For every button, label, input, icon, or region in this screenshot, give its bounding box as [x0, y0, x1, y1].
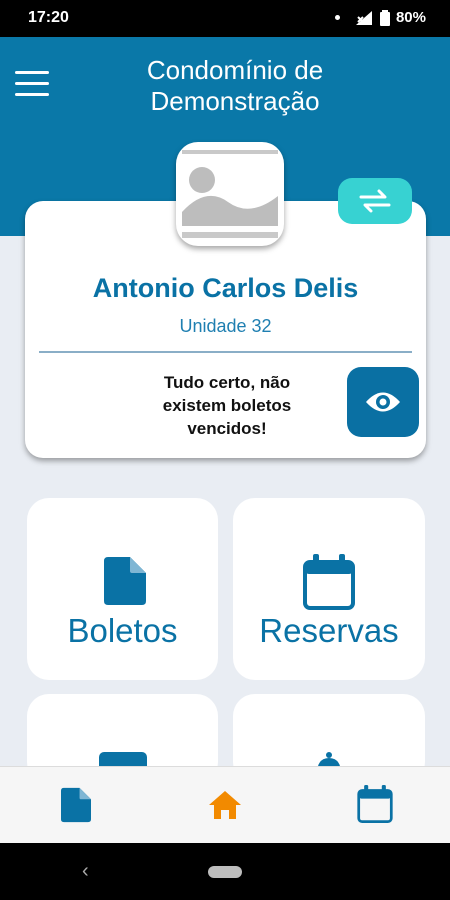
image-placeholder-icon — [182, 150, 278, 238]
user-name: Antonio Carlos Delis — [92, 273, 359, 303]
calendar-icon — [303, 554, 355, 610]
menu-icon-bar — [15, 93, 49, 96]
notification-dot-icon — [334, 15, 340, 20]
tile-reservas[interactable]: Reservas — [233, 498, 425, 680]
billing-status-line1: Tudo certo, não — [163, 373, 291, 392]
avatar[interactable] — [176, 142, 284, 246]
document-icon — [104, 557, 146, 605]
menu-icon-bar — [15, 82, 49, 85]
divider — [39, 351, 412, 353]
nav-boletos[interactable] — [61, 787, 91, 828]
status-icons: 80% — [334, 9, 426, 26]
eye-icon — [366, 392, 400, 412]
back-icon[interactable]: ‹ — [82, 860, 89, 883]
tile-boletos-label: Boletos — [67, 612, 178, 649]
tile-reservas-label: Reservas — [259, 612, 399, 649]
unit-label: Unidade 32 — [179, 316, 272, 336]
system-home-pill[interactable] — [208, 866, 242, 878]
billing-status-line3: vencidos! — [187, 419, 267, 438]
menu-icon — [15, 71, 49, 74]
battery-percent: 80% — [395, 9, 426, 26]
status-time: 17:20 — [28, 9, 69, 26]
app-title: Condomínio de Demonstração — [100, 55, 370, 117]
status-bar: 17:20 80% — [0, 0, 450, 37]
tile-boletos[interactable]: Boletos — [27, 498, 218, 680]
switch-unit-button[interactable] — [338, 178, 412, 224]
nav-reservas[interactable] — [357, 785, 393, 828]
app-title-line2: Demonstração — [150, 86, 320, 116]
bottom-navigation — [0, 766, 450, 844]
signal-icon — [355, 10, 372, 25]
view-details-button[interactable] — [347, 367, 419, 437]
app-title-line1: Condomínio de — [146, 55, 324, 85]
swap-arrows-icon — [359, 189, 391, 213]
billing-status-line2: existem boletos — [162, 396, 292, 415]
home-icon — [209, 791, 241, 819]
menu-button[interactable] — [15, 71, 51, 99]
document-icon — [61, 787, 91, 823]
calendar-icon — [357, 785, 393, 823]
nav-home[interactable] — [207, 789, 243, 826]
battery-icon — [379, 9, 390, 26]
billing-status-message: Tudo certo, não existem boletos vencidos… — [127, 371, 327, 440]
